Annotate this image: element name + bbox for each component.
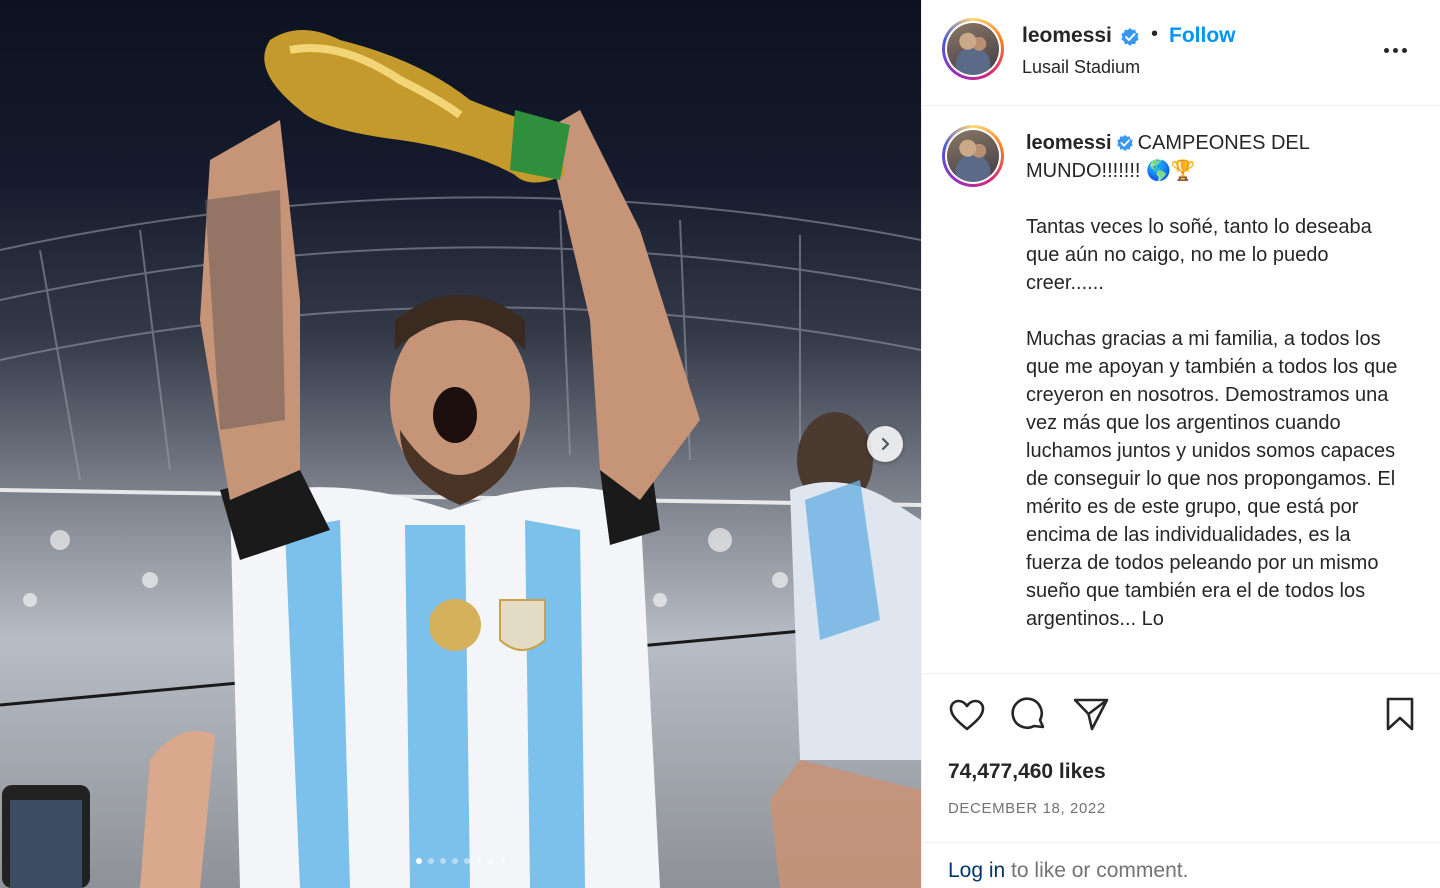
post-media[interactable]: [0, 0, 921, 888]
next-slide-button[interactable]: [867, 426, 903, 462]
verified-badge-icon: [1121, 28, 1139, 46]
login-link[interactable]: Log in: [948, 859, 1005, 882]
separator-dot: •: [1151, 23, 1159, 45]
follow-button[interactable]: Follow: [1169, 24, 1236, 48]
caption-avatar[interactable]: [942, 125, 1004, 187]
post-photo: [0, 30, 921, 888]
carousel-indicator: [0, 858, 921, 864]
caption-body: Tantas veces lo soñé, tanto lo deseaba q…: [1026, 216, 1398, 630]
carousel-dot: [439, 858, 446, 864]
caption-section: leomessi CAMPEONES DEL MUNDO!!!!!!! 🌎🏆 Ta…: [922, 107, 1440, 673]
carousel-dot: [475, 858, 482, 864]
login-prompt-text: to like or comment.: [1005, 859, 1189, 882]
carousel-dot: [463, 858, 470, 864]
comment-icon[interactable]: [1010, 696, 1048, 734]
bookmark-icon[interactable]: [1384, 696, 1416, 732]
chevron-right-icon: [881, 437, 890, 451]
share-icon[interactable]: [1072, 696, 1110, 732]
like-count[interactable]: 74,477,460 likes: [948, 760, 1106, 784]
carousel-dot: [451, 858, 458, 864]
heart-icon[interactable]: [948, 698, 986, 732]
login-prompt: Log in to like or comment.: [922, 842, 1440, 888]
post-header: leomessi • Follow Lusail Stadium: [922, 0, 1440, 106]
author-avatar[interactable]: [942, 18, 1004, 80]
verified-badge-icon: [1116, 134, 1133, 152]
carousel-dot: [427, 858, 434, 864]
action-bar: 74,477,460 likes DECEMBER 18, 2022 Log i…: [922, 673, 1440, 888]
carousel-dot: [415, 858, 422, 864]
post-details-panel: leomessi • Follow Lusail Stadium leomess…: [921, 0, 1440, 888]
carousel-dot: [487, 858, 494, 864]
author-username[interactable]: leomessi: [1022, 24, 1112, 48]
caption-username[interactable]: leomessi: [1026, 132, 1112, 154]
post-date: DECEMBER 18, 2022: [948, 800, 1106, 817]
more-options-icon[interactable]: [1384, 40, 1414, 60]
carousel-dot: [499, 858, 506, 864]
post-location[interactable]: Lusail Stadium: [1022, 57, 1140, 78]
caption-text: leomessi CAMPEONES DEL MUNDO!!!!!!! 🌎🏆 Ta…: [1026, 129, 1398, 633]
